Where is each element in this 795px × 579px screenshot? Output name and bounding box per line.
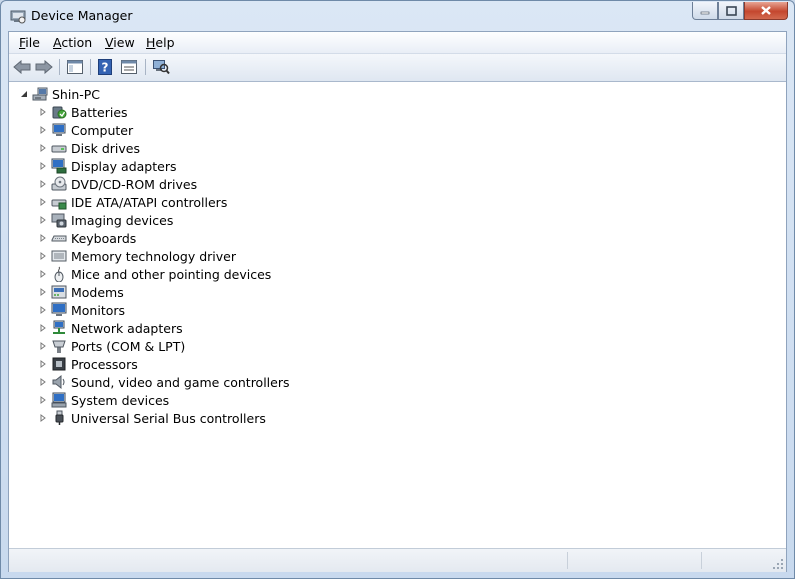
- minimize-icon: [700, 11, 710, 14]
- collapsed-triangle-icon[interactable]: [39, 144, 47, 152]
- menu-view[interactable]: View: [105, 35, 135, 50]
- battery-icon: [51, 104, 67, 120]
- collapsed-triangle-icon[interactable]: [39, 324, 47, 332]
- collapsed-triangle-icon[interactable]: [39, 360, 47, 368]
- show-hide-console-tree-icon: [67, 60, 83, 74]
- collapsed-triangle-icon[interactable]: [39, 342, 47, 350]
- speaker-icon: [51, 374, 67, 390]
- scan-hardware-changes-icon: [152, 60, 170, 75]
- device-tree: Shin-PC Batteries Computer Disk drives D…: [9, 82, 786, 547]
- back-button[interactable]: [12, 58, 32, 76]
- collapsed-triangle-icon[interactable]: [39, 198, 47, 206]
- back-icon: [13, 60, 31, 74]
- tree-item-dvd-cd-rom-drives[interactable]: DVD/CD-ROM drives: [39, 175, 197, 193]
- resize-grip-icon[interactable]: [772, 558, 784, 570]
- properties-icon: [121, 60, 137, 74]
- display-adapter-icon: [51, 158, 67, 174]
- collapsed-triangle-icon[interactable]: [39, 396, 47, 404]
- tree-item-imaging-devices[interactable]: Imaging devices: [39, 211, 173, 229]
- forward-icon: [35, 60, 53, 74]
- title-bar[interactable]: Device Manager: [1, 1, 794, 31]
- collapsed-triangle-icon[interactable]: [39, 162, 47, 170]
- close-button[interactable]: [744, 2, 788, 20]
- tree-item-network-adapters[interactable]: Network adapters: [39, 319, 183, 337]
- tree-root-node[interactable]: Shin-PC: [20, 85, 100, 103]
- dvd-drive-icon: [51, 176, 67, 192]
- status-bar: [9, 548, 786, 572]
- menu-help[interactable]: Help: [146, 35, 175, 50]
- collapsed-triangle-icon[interactable]: [39, 288, 47, 296]
- menu-action[interactable]: Action: [53, 35, 92, 50]
- tree-item-processors[interactable]: Processors: [39, 355, 138, 373]
- collapsed-triangle-icon[interactable]: [39, 180, 47, 188]
- port-icon: [51, 338, 67, 354]
- tree-item-disk-drives[interactable]: Disk drives: [39, 139, 140, 157]
- collapsed-triangle-icon[interactable]: [39, 378, 47, 386]
- computer-root-icon: [32, 86, 48, 102]
- network-adapter-icon: [51, 320, 67, 336]
- ide-controller-icon: [51, 194, 67, 210]
- mouse-icon: [51, 266, 67, 282]
- tree-item-mice[interactable]: Mice and other pointing devices: [39, 265, 271, 283]
- help-button[interactable]: ?: [95, 58, 115, 76]
- modem-icon: [51, 284, 67, 300]
- toolbar: ?: [9, 54, 786, 82]
- tree-item-ports[interactable]: Ports (COM & LPT): [39, 337, 185, 355]
- menu-file[interactable]: File: [19, 35, 40, 50]
- device-manager-app-icon: [10, 8, 26, 24]
- monitor-icon: [51, 302, 67, 318]
- collapsed-triangle-icon[interactable]: [39, 216, 47, 224]
- show-hide-console-tree-button[interactable]: [65, 58, 85, 76]
- system-device-icon: [51, 392, 67, 408]
- collapsed-triangle-icon[interactable]: [39, 126, 47, 134]
- disk-drive-icon: [51, 140, 67, 156]
- usb-icon: [51, 410, 67, 426]
- computer-icon: [51, 122, 67, 138]
- tree-item-computer[interactable]: Computer: [39, 121, 133, 139]
- collapsed-triangle-icon[interactable]: [39, 108, 47, 116]
- maximize-button[interactable]: [718, 2, 744, 20]
- tree-item-display-adapters[interactable]: Display adapters: [39, 157, 176, 175]
- help-icon: ?: [98, 59, 112, 75]
- properties-button[interactable]: [119, 58, 139, 76]
- collapsed-triangle-icon[interactable]: [39, 234, 47, 242]
- collapsed-triangle-icon[interactable]: [39, 270, 47, 278]
- tree-item-system-devices[interactable]: System devices: [39, 391, 169, 409]
- client-area: File Action View Help ? Shin-PC Batterie…: [8, 31, 787, 572]
- scan-hardware-changes-button[interactable]: [151, 58, 171, 76]
- close-icon: [761, 6, 771, 15]
- forward-button[interactable]: [34, 58, 54, 76]
- collapsed-triangle-icon[interactable]: [39, 306, 47, 314]
- tree-item-monitors[interactable]: Monitors: [39, 301, 125, 319]
- window-title: Device Manager: [31, 8, 133, 23]
- tree-item-ide-controllers[interactable]: IDE ATA/ATAPI controllers: [39, 193, 227, 211]
- expanded-triangle-icon[interactable]: [20, 90, 28, 98]
- device-manager-window: Device Manager File Action View Help ? S…: [0, 0, 795, 579]
- keyboard-icon: [51, 230, 67, 246]
- maximize-icon: [725, 5, 737, 16]
- tree-item-batteries[interactable]: Batteries: [39, 103, 128, 121]
- tree-item-memory-technology-driver[interactable]: Memory technology driver: [39, 247, 236, 265]
- collapsed-triangle-icon[interactable]: [39, 252, 47, 260]
- minimize-button[interactable]: [692, 2, 718, 20]
- camera-icon: [51, 212, 67, 228]
- tree-item-usb-controllers[interactable]: Universal Serial Bus controllers: [39, 409, 266, 427]
- tree-item-keyboards[interactable]: Keyboards: [39, 229, 136, 247]
- tree-item-sound-video-game[interactable]: Sound, video and game controllers: [39, 373, 290, 391]
- svg-text:?: ?: [102, 61, 109, 75]
- tree-item-modems[interactable]: Modems: [39, 283, 124, 301]
- collapsed-triangle-icon[interactable]: [39, 414, 47, 422]
- memory-icon: [51, 248, 67, 264]
- processor-icon: [51, 356, 67, 372]
- tree-root-label: Shin-PC: [52, 86, 101, 102]
- menu-bar: File Action View Help: [9, 32, 786, 54]
